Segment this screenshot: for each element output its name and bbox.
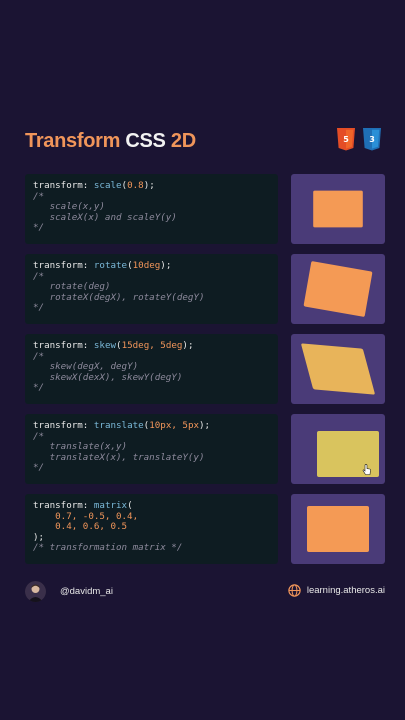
title-css: CSS (125, 130, 166, 152)
code-args: 15deg, 5deg (121, 340, 183, 351)
page-title: Transform CSS 2D (25, 130, 196, 153)
example-row-rotate: transform: rotate(10deg);/* rotate(deg) … (25, 254, 385, 324)
avatar (25, 581, 46, 602)
css3-icon: 3 (363, 128, 381, 151)
demo-box-matrix (307, 506, 369, 552)
code-keyword: transform: (33, 500, 89, 511)
demo-box-rotate (303, 260, 373, 318)
title-2d: 2D (170, 130, 196, 152)
demo-panel-matrix (291, 494, 385, 564)
comment-line: scale(x,y) (49, 201, 105, 213)
code-block-translate: transform: translate(10px, 5px);/* trans… (25, 414, 278, 484)
code-args: 10px, 5px (149, 420, 200, 431)
example-row-scale: transform: scale(0.8);/* scale(x,y) scal… (25, 174, 385, 244)
comment-close: */ (33, 462, 45, 474)
demo-panel-scale (291, 174, 385, 244)
comment-line: translateX(x), translateY(y) (49, 451, 205, 463)
code-function: scale (93, 180, 122, 191)
code-block-scale: transform: scale(0.8);/* scale(x,y) scal… (25, 174, 278, 244)
comment-line: translate(x,y) (49, 441, 128, 453)
html5-icon: 5 (337, 128, 355, 151)
comment-line: skew(degX, degY) (49, 361, 139, 373)
code-function: matrix (93, 500, 128, 511)
comment-close: */ (33, 382, 45, 394)
code-block-skew: transform: skew(15deg, 5deg);/* skew(deg… (25, 334, 278, 404)
svg-text:3: 3 (369, 135, 375, 144)
code-args: 0.8 (127, 180, 144, 191)
example-row-translate: transform: translate(10px, 5px);/* trans… (25, 414, 385, 484)
site-link[interactable]: learning.atheros.ai (288, 584, 385, 597)
example-row-skew: transform: skew(15deg, 5deg);/* skew(deg… (25, 334, 385, 404)
tech-logos: 5 3 (336, 128, 382, 152)
footer: @davidm_ai learning.atheros.ai (25, 581, 385, 603)
demo-box-translate[interactable] (317, 431, 379, 477)
code-function: rotate (93, 260, 128, 271)
title-transform: Transform (25, 130, 121, 152)
demo-panel-rotate (291, 254, 385, 324)
demo-box-skew (300, 343, 376, 395)
demo-panel-translate (291, 414, 385, 484)
matrix-args-line: 0.7, -0.5, 0.4, (55, 510, 139, 522)
comment-line: rotateX(degX), rotateY(degY) (49, 291, 205, 303)
code-block-rotate: transform: rotate(10deg);/* rotate(deg) … (25, 254, 278, 324)
code-keyword: transform: (33, 260, 89, 271)
code-function: translate (93, 420, 144, 431)
matrix-args-line: 0.4, 0.6, 0.5 (55, 521, 128, 533)
comment-line: scaleX(x) and scaleY(y) (49, 211, 177, 223)
comment-close: */ (33, 222, 45, 234)
code-block-matrix: transform: matrix( 0.7, -0.5, 0.4, 0.4, … (25, 494, 278, 564)
site-url[interactable]: learning.atheros.ai (307, 585, 385, 596)
demo-box-scale (313, 190, 363, 228)
example-row-matrix: transform: matrix( 0.7, -0.5, 0.4, 0.4, … (25, 494, 385, 564)
matrix-comment: /* transformation matrix */ (33, 542, 183, 554)
code-function: skew (93, 340, 117, 351)
demo-panel-skew (291, 334, 385, 404)
svg-text:5: 5 (343, 135, 349, 144)
author-handle[interactable]: @davidm_ai (60, 586, 113, 597)
code-keyword: transform: (33, 180, 89, 191)
comment-line: skewX(dexX), skewY(degY) (49, 371, 183, 383)
hand-cursor-icon (362, 464, 371, 475)
code-keyword: transform: (33, 420, 89, 431)
comment-close: */ (33, 302, 45, 314)
comment-line: rotate(deg) (49, 281, 111, 293)
globe-icon (288, 584, 301, 597)
code-keyword: transform: (33, 340, 89, 351)
code-args: 10deg (132, 260, 161, 271)
